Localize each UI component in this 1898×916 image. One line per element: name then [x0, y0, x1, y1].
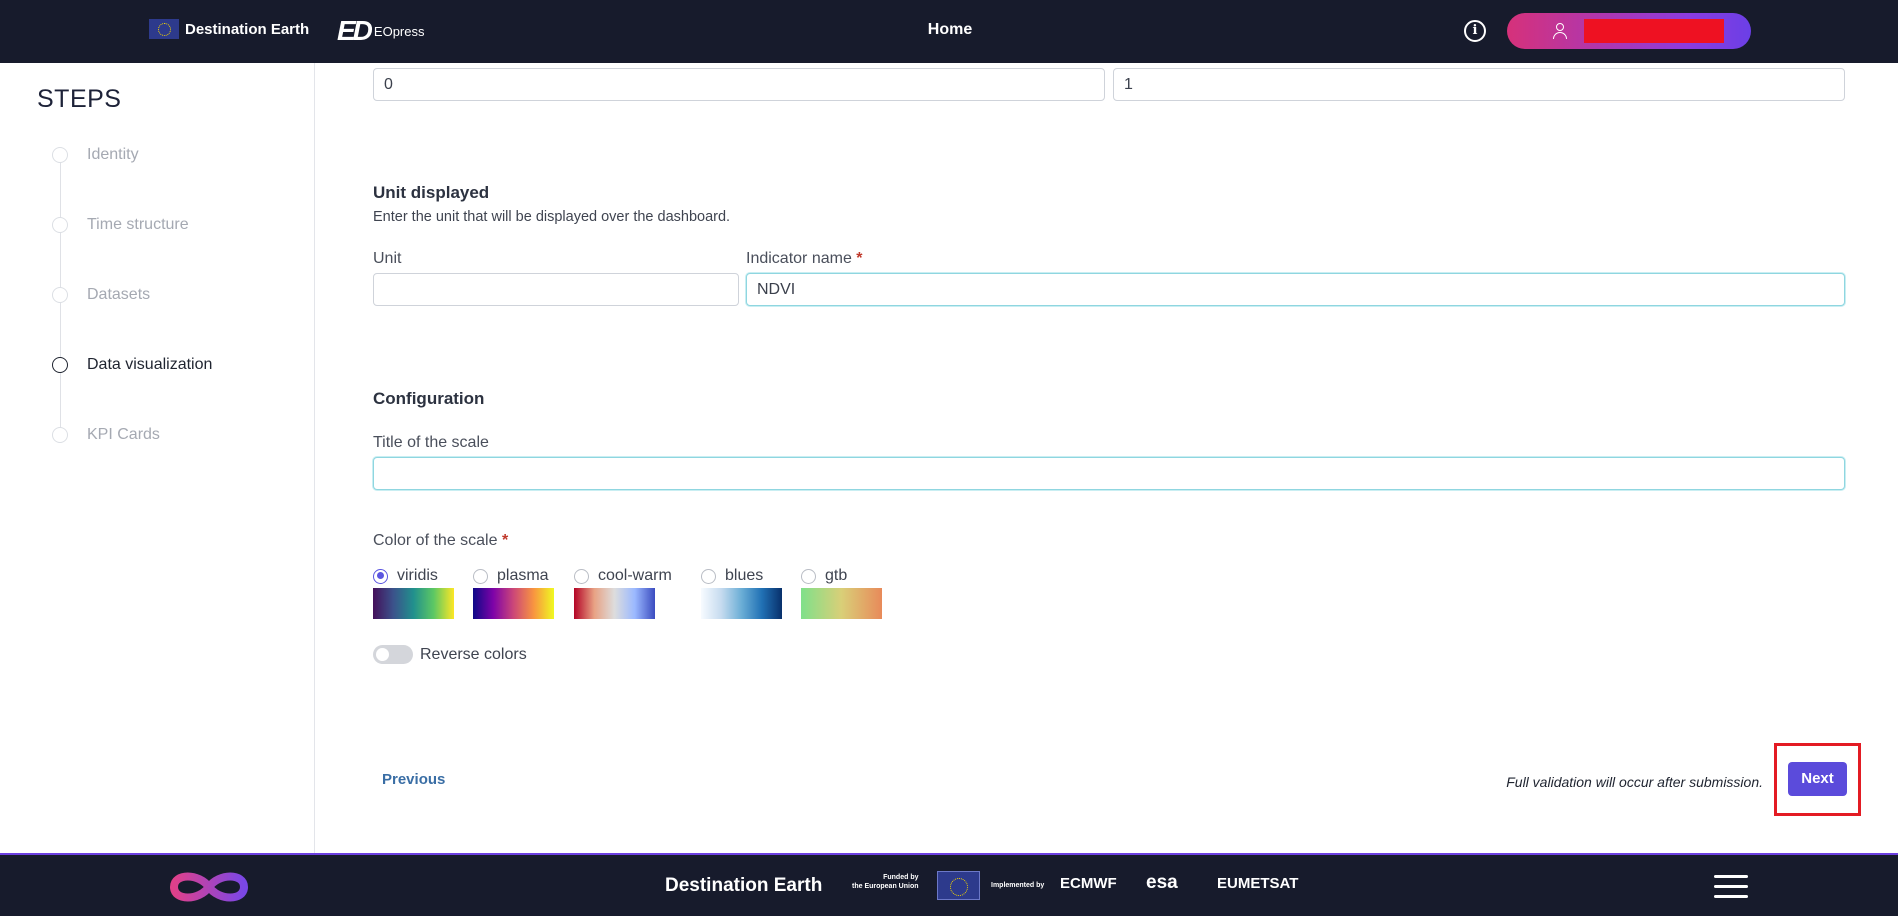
eu-flag-icon	[149, 19, 179, 39]
color-option-label: gtb	[825, 567, 848, 584]
range-min-input[interactable]	[373, 68, 1105, 101]
brand-label: Destination Earth	[185, 20, 310, 38]
implemented-by-text: Implemented by	[991, 882, 1045, 889]
scale-title-input[interactable]	[373, 457, 1845, 490]
step-label: Identity	[87, 146, 139, 163]
color-option-plasma[interactable]: plasma	[473, 567, 549, 585]
range-max-input[interactable]	[1113, 68, 1845, 101]
radio-unchecked[interactable]	[801, 568, 816, 584]
unit-section-title: Unit displayed	[373, 183, 490, 202]
step-marker-icon	[52, 217, 68, 233]
info-icon[interactable]: i	[1464, 20, 1486, 42]
step-identity[interactable]: Identity	[52, 145, 139, 165]
reverse-colors-label: Reverse colors	[420, 646, 527, 663]
color-option-gtb[interactable]: gtb	[801, 567, 847, 585]
infinity-logo-icon[interactable]	[166, 865, 252, 909]
funded-line-2: the European Union	[852, 883, 919, 890]
required-mark: *	[501, 532, 509, 549]
top-bar: Destination Earth ED EOpress Home i reda…	[0, 0, 1898, 63]
indicator-name-input[interactable]	[746, 273, 1845, 306]
reverse-colors-toggle[interactable]	[373, 645, 413, 664]
user-menu-button[interactable]: redacted	[1507, 13, 1751, 49]
hamburger-menu-icon[interactable]	[1714, 875, 1748, 899]
step-kpi-cards[interactable]: KPI Cards	[52, 425, 160, 445]
user-name-redacted: redacted	[1584, 19, 1724, 43]
previous-button[interactable]: Previous	[382, 771, 445, 788]
radio-unchecked[interactable]	[574, 568, 589, 584]
step-label: KPI Cards	[87, 426, 160, 443]
home-link[interactable]: Home	[900, 21, 1000, 39]
radio-unchecked[interactable]	[473, 568, 488, 584]
gtb-swatch[interactable]	[801, 588, 882, 619]
step-marker-icon	[52, 427, 68, 443]
color-option-viridis[interactable]: viridis	[373, 567, 438, 585]
form-area: Unit displayed Enter the unit that will …	[315, 63, 1898, 853]
next-button[interactable]: Next	[1788, 762, 1847, 796]
funded-line-1: Funded by	[883, 874, 919, 881]
eumetsat-logo[interactable]: EUMETSAT	[1217, 875, 1298, 892]
eu-flag-icon	[937, 871, 980, 900]
color-option-label: blues	[725, 567, 764, 584]
step-label: Data visualization	[87, 356, 213, 373]
color-option-label: plasma	[497, 567, 549, 584]
step-data-visualization[interactable]: Data visualization	[52, 355, 212, 375]
color-option-blues[interactable]: blues	[701, 567, 763, 585]
step-label: Time structure	[87, 216, 189, 233]
plasma-swatch[interactable]	[473, 588, 554, 619]
unit-input[interactable]	[373, 273, 739, 306]
indicator-name-label-text: Indicator name	[746, 250, 852, 267]
user-icon	[1551, 22, 1569, 40]
scale-title-label: Title of the scale	[373, 434, 489, 451]
funded-by-text: Funded by the European Union	[852, 873, 919, 891]
radio-unchecked[interactable]	[701, 568, 716, 584]
scale-color-label-text: Color of the scale	[373, 532, 498, 549]
validation-note: Full validation will occur after submiss…	[1506, 774, 1763, 790]
ecmwf-logo[interactable]: ECMWF	[1060, 875, 1117, 892]
unit-label: Unit	[373, 250, 402, 267]
radio-checked[interactable]	[373, 568, 388, 584]
viridis-swatch[interactable]	[373, 588, 454, 619]
indicator-name-label: Indicator name *	[746, 250, 863, 268]
step-time-structure[interactable]: Time structure	[52, 215, 189, 235]
scale-color-label: Color of the scale *	[373, 532, 508, 550]
step-marker-icon	[52, 287, 68, 303]
eopress-label: EOpress	[373, 23, 425, 39]
unit-section-help: Enter the unit that will be displayed ov…	[373, 209, 731, 225]
esa-logo[interactable]: esa	[1146, 872, 1178, 894]
step-label: Datasets	[87, 286, 151, 303]
step-marker-icon	[52, 147, 68, 163]
color-option-label: cool-warm	[598, 567, 672, 584]
destination-earth-brand[interactable]: Destination Earth	[149, 19, 309, 39]
blues-swatch[interactable]	[701, 588, 782, 619]
steps-sidebar: STEPS Identity Time structure Datasets D…	[0, 63, 315, 853]
eopress-mark-icon: ED	[337, 15, 373, 46]
footer-title: Destination Earth	[665, 875, 823, 896]
color-option-label: viridis	[397, 567, 438, 584]
step-datasets[interactable]: Datasets	[52, 285, 150, 305]
eopress-logo[interactable]: ED EOpress	[337, 15, 424, 47]
cool-warm-swatch[interactable]	[574, 588, 655, 619]
step-marker-icon	[52, 357, 68, 373]
configuration-section-title: Configuration	[373, 389, 485, 408]
color-option-cool-warm[interactable]: cool-warm	[574, 567, 672, 585]
footer: Destination Earth Funded by the European…	[0, 853, 1898, 916]
steps-title: STEPS	[37, 85, 122, 113]
required-mark: *	[856, 250, 863, 267]
